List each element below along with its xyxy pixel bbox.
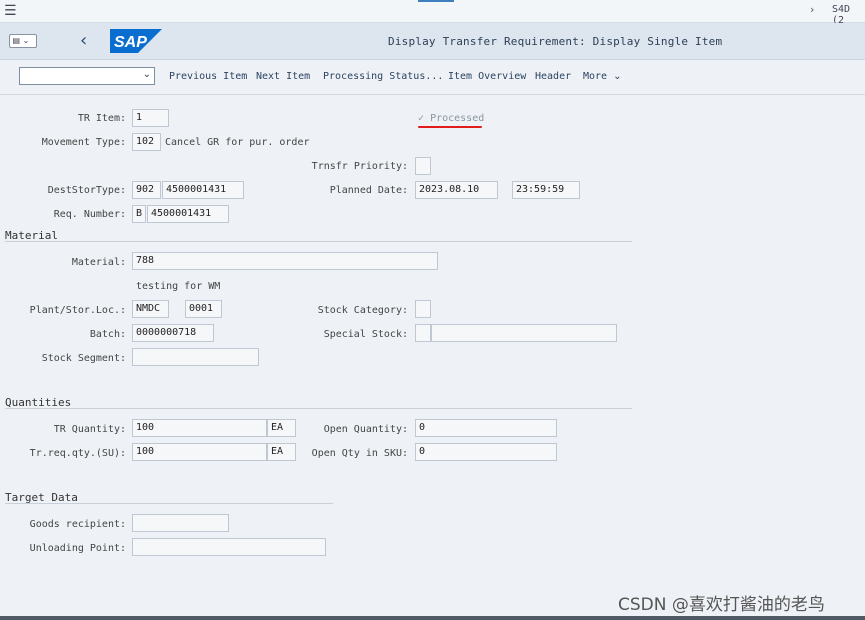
header-button[interactable]: Header xyxy=(535,71,571,82)
tr-item-label: TR Item: xyxy=(77,113,126,124)
stock-category-field[interactable] xyxy=(415,300,431,318)
planned-time-field[interactable]: 23:59:59 xyxy=(512,181,580,199)
open-qty-sku-field[interactable]: 0 xyxy=(415,443,557,461)
tr-item-field[interactable]: 1 xyxy=(132,109,169,127)
material-label: Material: xyxy=(71,257,126,268)
section-divider xyxy=(5,408,632,409)
hamburger-menu-icon[interactable]: ☰ xyxy=(4,3,17,19)
planned-date-label: Planned Date: xyxy=(329,185,408,196)
req-number-label: Req. Number: xyxy=(53,209,126,220)
req-number-field[interactable]: 4500001431 xyxy=(147,205,229,223)
svg-text:SAP: SAP xyxy=(114,34,147,51)
req-qty-su-field[interactable]: 100 xyxy=(132,443,267,461)
material-description: testing for WM xyxy=(136,281,221,292)
watermark: CSDN @喜欢打酱油的老鸟 xyxy=(618,595,825,615)
chevron-down-icon: ⌄ xyxy=(142,69,151,80)
check-icon: ✓ xyxy=(418,113,425,124)
dest-bin-field[interactable]: 4500001431 xyxy=(162,181,244,199)
stock-segment-label: Stock Segment: xyxy=(41,353,126,364)
plant-label: Plant/Stor.Loc.: xyxy=(29,305,126,316)
special-stock-number-field[interactable] xyxy=(431,324,617,342)
priority-label: Trnsfr Priority: xyxy=(311,161,408,172)
req-unit-field[interactable]: EA xyxy=(267,443,296,461)
gui-menu-button[interactable]: ▤ ⌄ xyxy=(9,34,37,48)
dest-stor-type-field[interactable]: 902 xyxy=(132,181,161,199)
stock-segment-field[interactable] xyxy=(132,348,259,366)
tr-quantity-label: TR Quantity: xyxy=(53,424,126,435)
chevron-down-icon: ⌄ xyxy=(613,71,622,82)
next-item-button[interactable]: Next Item xyxy=(256,71,310,82)
back-arrow-icon[interactable]: ‹ xyxy=(80,30,87,51)
chevron-right-icon[interactable]: › xyxy=(810,3,814,16)
section-divider xyxy=(5,241,632,242)
dest-stor-type-label: DestStorType: xyxy=(47,185,126,196)
status-bar xyxy=(0,616,865,620)
unloading-point-label: Unloading Point: xyxy=(29,543,126,554)
movement-type-text: Cancel GR for pur. order xyxy=(165,137,310,148)
sap-logo: SAP xyxy=(110,29,162,53)
tr-quantity-field[interactable]: 100 xyxy=(132,419,267,437)
goods-recipient-field[interactable] xyxy=(132,514,229,532)
open-qty-sku-label: Open Qty in SKU: xyxy=(311,448,408,459)
item-overview-button[interactable]: Item Overview xyxy=(448,71,526,82)
more-button[interactable]: More ⌄ xyxy=(583,71,622,82)
red-annotation-underline xyxy=(418,126,482,128)
system-bar xyxy=(0,0,865,23)
open-quantity-field[interactable]: 0 xyxy=(415,419,557,437)
stock-category-label: Stock Category: xyxy=(317,305,408,316)
priority-field[interactable] xyxy=(415,157,431,175)
processed-checkbox[interactable]: ✓ Processed xyxy=(418,113,484,124)
req-qty-su-label: Tr.req.qty.(SU): xyxy=(29,448,126,459)
plant-field[interactable]: NMDC xyxy=(132,300,169,318)
planned-date-field[interactable]: 2023.08.10 xyxy=(415,181,498,199)
tr-unit-field[interactable]: EA xyxy=(267,419,296,437)
req-type-field[interactable]: B xyxy=(132,205,146,223)
unloading-point-field[interactable] xyxy=(132,538,326,556)
batch-field[interactable]: 0000000718 xyxy=(132,324,214,342)
section-divider xyxy=(5,503,333,504)
batch-label: Batch: xyxy=(89,329,126,340)
special-stock-label: Special Stock: xyxy=(323,329,408,340)
movement-type-label: Movement Type: xyxy=(41,137,126,148)
stor-loc-field[interactable]: 0001 xyxy=(185,300,222,318)
page-title: Display Transfer Requirement: Display Si… xyxy=(388,35,723,48)
goods-recipient-label: Goods recipient: xyxy=(29,519,126,530)
special-stock-indicator-field[interactable] xyxy=(415,324,431,342)
open-quantity-label: Open Quantity: xyxy=(323,424,408,435)
active-session-indicator xyxy=(418,0,454,2)
movement-type-field[interactable]: 102 xyxy=(132,133,161,151)
command-field[interactable]: ⌄ xyxy=(19,67,155,85)
previous-item-button[interactable]: Previous Item xyxy=(169,71,247,82)
material-field[interactable]: 788 xyxy=(132,252,438,270)
processing-status-button[interactable]: Processing Status... xyxy=(323,71,443,82)
